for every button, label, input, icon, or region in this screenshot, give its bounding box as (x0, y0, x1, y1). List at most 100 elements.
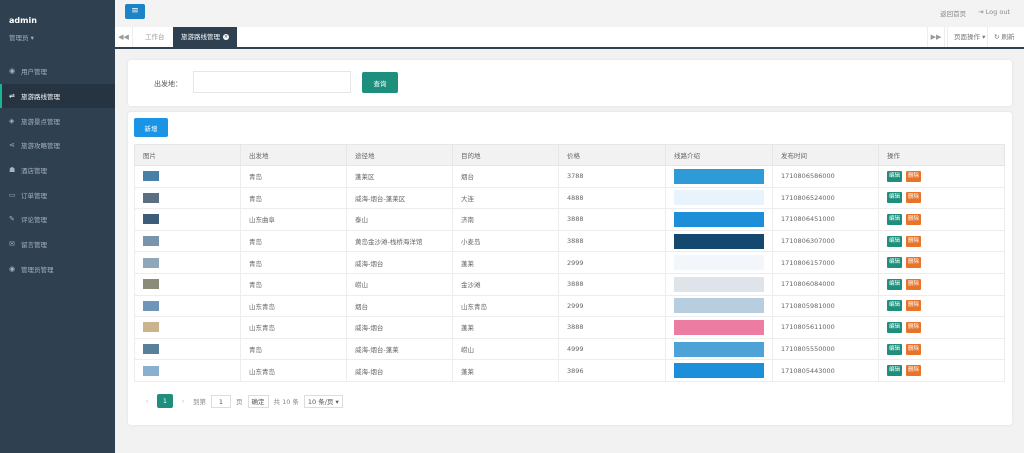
cell-via: 崂山 (346, 272, 453, 296)
cell-intro (665, 337, 773, 361)
route-thumbnail (143, 344, 159, 355)
edit-button[interactable]: 编辑 (887, 170, 903, 182)
logout-link[interactable]: ⇥ Log out (978, 8, 1010, 18)
sidebar-item-routes[interactable]: ⇌ 旅游路线管理 (0, 83, 115, 109)
order-icon: ▭ (9, 190, 16, 199)
delete-button[interactable]: 删除 (906, 300, 922, 312)
cell-actions: 编辑 删除 (878, 186, 1005, 210)
edit-button[interactable]: 编辑 (887, 257, 903, 269)
home-link[interactable]: 返回首页 (940, 8, 966, 18)
route-intro-image (674, 211, 764, 227)
delete-button[interactable]: 删除 (906, 192, 922, 204)
sidebar-item-label: 旅游景点管理 (21, 117, 60, 126)
cell-to: 烟台 (452, 165, 559, 188)
add-button[interactable]: 新增 (134, 118, 168, 137)
route-intro-image (674, 276, 764, 292)
menu-toggle-button[interactable]: ≡ (125, 4, 145, 19)
sidebar-item-label: 用户管理 (21, 68, 47, 77)
cell-time: 1710806451000 (772, 208, 879, 231)
delete-button[interactable]: 删除 (906, 321, 922, 333)
edit-button[interactable]: 编辑 (887, 213, 903, 225)
cell-via: 泰山 (346, 208, 453, 231)
delete-button[interactable]: 删除 (906, 235, 922, 247)
top-header: ≡ 返回首页 ⇥ Log out (115, 0, 1024, 26)
cell-intro (665, 316, 773, 339)
tab-prev-button[interactable]: ◀◀ (115, 27, 133, 47)
sidebar-item-guides[interactable]: ⋖ 旅游攻略管理 (0, 133, 115, 158)
cell-price: 2999 (558, 294, 666, 318)
sidebar-item-attractions[interactable]: ◈ 旅游景点管理 (0, 108, 115, 133)
delete-button[interactable]: 删除 (906, 343, 922, 355)
sidebar-item-comments[interactable]: ✎ 评论管理 (0, 207, 115, 232)
search-panel: 出发地： 查询 (128, 60, 1012, 106)
delete-button[interactable]: 删除 (906, 257, 922, 269)
cell-to: 小麦岛 (452, 229, 559, 253)
edit-button[interactable]: 编辑 (887, 278, 903, 290)
edit-button[interactable]: 编辑 (887, 235, 903, 247)
cell-from: 山东青岛 (240, 359, 347, 382)
cell-price: 3888 (558, 229, 666, 253)
edit-button[interactable]: 编辑 (887, 343, 903, 355)
route-intro-image (674, 319, 764, 335)
sidebar-item-admins[interactable]: ◉ 管理员管理 (0, 257, 115, 282)
table-row: 青岛 黄岛金沙滩-栈桥海洋馆 小麦岛 3888 1710806307000 编辑 删除 (134, 229, 1005, 253)
attraction-icon: ◈ (9, 116, 15, 125)
sidebar-item-hotels[interactable]: ☗ 酒店管理 (0, 158, 115, 183)
cell-time: 1710806307000 (772, 229, 879, 253)
cell-image (134, 251, 241, 274)
goto-page-input[interactable]: 1 (211, 394, 231, 408)
table-row: 山东青岛 烟台 山东青岛 2999 1710805981000 编辑 删除 (134, 294, 1005, 318)
cell-intro (665, 251, 773, 274)
role-dropdown[interactable]: 管理员 ▾ (9, 32, 115, 42)
cell-actions: 编辑 删除 (878, 337, 1005, 361)
prev-page-button[interactable]: ‹ (142, 397, 152, 405)
page-size-select[interactable]: 10 条/页 ▾ (303, 394, 343, 408)
tab-label: 旅游路线管理 (181, 33, 220, 41)
route-intro-image (674, 341, 764, 357)
next-page-button[interactable]: › (178, 397, 188, 405)
cell-actions: 编辑 删除 (878, 316, 1005, 339)
cell-intro (665, 186, 773, 210)
route-intro-image (674, 190, 764, 206)
logout-icon: ⇥ (978, 8, 984, 16)
delete-button[interactable]: 删除 (906, 278, 922, 290)
delete-button[interactable]: 删除 (906, 213, 922, 225)
cell-actions: 编辑 删除 (878, 208, 1005, 231)
cell-via: 烟台 (346, 294, 453, 318)
sidebar-item-label: 订单管理 (21, 191, 47, 200)
cell-via: 威海-烟台 (346, 359, 453, 382)
departure-input[interactable] (193, 71, 351, 93)
cell-to: 山东青岛 (452, 294, 559, 318)
cell-actions: 编辑 删除 (878, 294, 1005, 318)
sidebar-item-messages[interactable]: ✉ 留言管理 (0, 232, 115, 257)
cell-intro (665, 359, 773, 382)
current-page[interactable]: 1 (157, 394, 173, 408)
tab-dashboard[interactable]: 工作台 (137, 27, 173, 47)
table-row: 山东青岛 威海-烟台 蓬莱 3896 1710805443000 编辑 删除 (134, 359, 1005, 382)
cell-to: 崂山 (452, 337, 559, 361)
refresh-button[interactable]: ↻ 刷新 (987, 27, 1021, 47)
delete-button[interactable]: 删除 (906, 365, 922, 377)
cell-from: 青岛 (240, 165, 347, 188)
cell-to: 蓬莱 (452, 251, 559, 274)
search-button[interactable]: 查询 (362, 72, 398, 93)
goto-confirm-button[interactable]: 确定 (247, 394, 269, 408)
close-icon[interactable]: × (223, 34, 229, 40)
sidebar-item-label: 评论管理 (21, 216, 47, 225)
cell-image (134, 316, 241, 339)
sidebar-item-users[interactable]: ◉ 用户管理 (0, 59, 115, 84)
route-thumbnail (143, 171, 159, 182)
edit-button[interactable]: 编辑 (887, 300, 903, 312)
tab-next-button[interactable]: ▶▶ (927, 27, 945, 47)
edit-button[interactable]: 编辑 (887, 321, 903, 333)
cell-from: 青岛 (240, 337, 347, 361)
edit-button[interactable]: 编辑 (887, 365, 903, 377)
cell-from: 山东曲阜 (240, 208, 347, 231)
page-ops-dropdown[interactable]: 页面操作 ▾ (947, 27, 991, 47)
tab-route-management[interactable]: 旅游路线管理 × (173, 27, 237, 47)
sidebar-item-orders[interactable]: ▭ 订单管理 (0, 182, 115, 207)
edit-button[interactable]: 编辑 (887, 192, 903, 204)
pagination: ‹ 1 › 到第 1 页 确定 共 10 条 10 条/页 ▾ (142, 394, 343, 408)
delete-button[interactable]: 删除 (906, 170, 922, 182)
page-unit-label: 页 (236, 398, 243, 406)
